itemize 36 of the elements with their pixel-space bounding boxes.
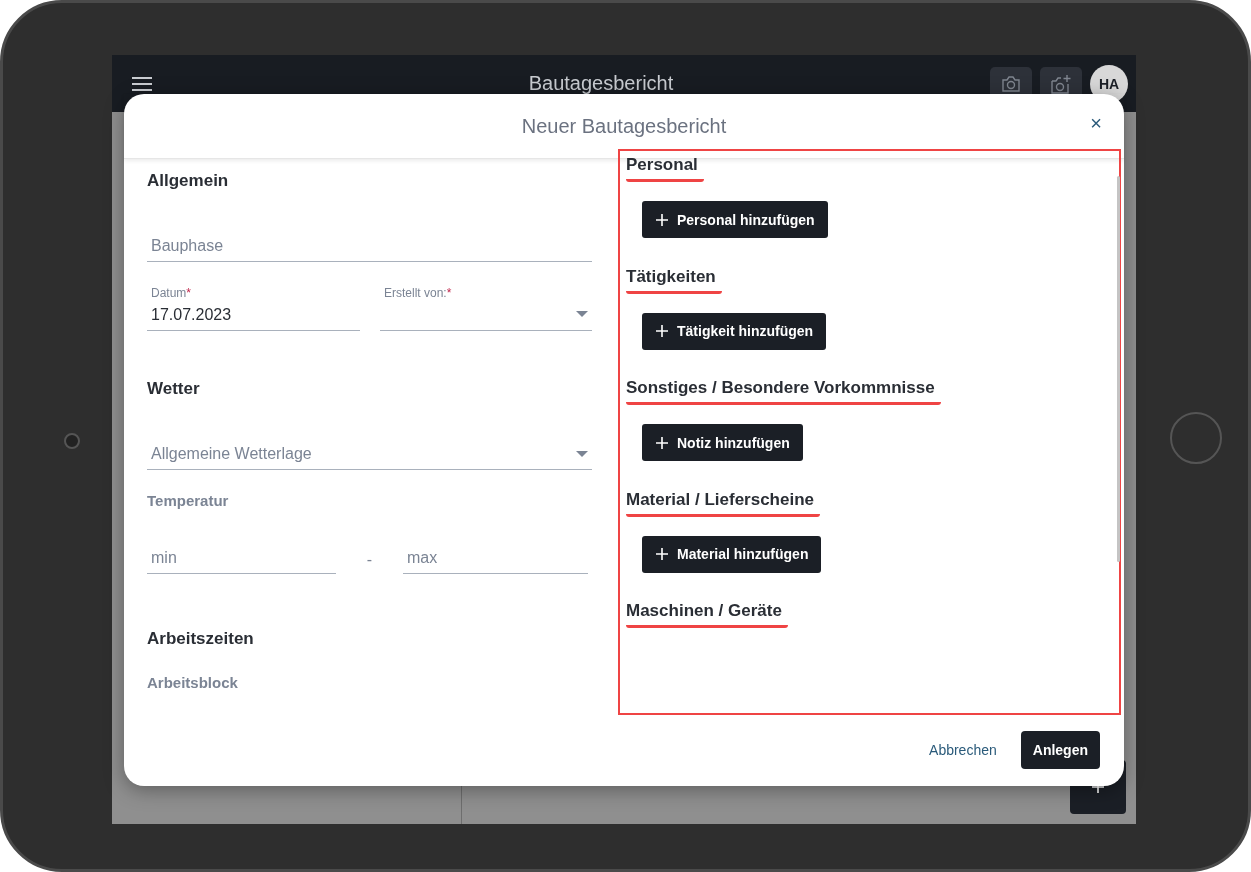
plus-icon [655,324,669,339]
author-dropdown[interactable]: Erstellt von:* [380,286,592,331]
section-heading: Tätigkeiten [626,266,722,294]
add-button[interactable]: Material hinzufügen [642,535,822,573]
plus-icon [655,547,669,562]
range-separator: - [365,550,374,569]
section-heading: Sonstiges / Besondere Vorkommnisse [626,378,941,406]
date-field[interactable]: Datum* 17.07.2023 [147,286,360,331]
input-field[interactable]: Bauphase [147,233,592,262]
caret-icon [576,311,588,317]
add-photo-icon [1050,73,1072,94]
section-heading: Personal [626,155,704,182]
camera-icon [1001,75,1021,92]
dialog-title: Neuer Bautagesbericht [521,114,727,138]
section-heading: Arbeitszeiten [147,629,255,649]
close-button[interactable]: × [1086,110,1106,137]
add-button[interactable]: Tätigkeit hinzufügen [642,312,827,350]
app-title: Bautagesbericht [527,72,675,95]
submit-button[interactable]: Anlegen [1020,731,1100,769]
input-field[interactable]: min [147,545,336,574]
input-field[interactable]: Allgemeine Wetterlage [147,441,592,470]
plus-icon [655,435,669,450]
section-heading: Wetter [147,379,201,399]
input-field[interactable]: max [403,545,588,574]
cancel-link[interactable]: Abbrechen [929,736,997,764]
field-label: Arbeitsblock [147,674,239,691]
camera-dot [64,433,80,449]
section-heading: Allgemein [147,171,230,191]
caret-icon [576,451,588,457]
add-button[interactable]: Personal hinzufügen [642,201,828,238]
add-button[interactable]: Notiz hinzufügen [642,424,803,462]
menu-icon[interactable] [132,76,152,91]
field-label: Temperatur [147,492,230,509]
section-heading: Material / Lieferscheine [626,489,821,517]
plus-icon [655,212,669,227]
section-heading: Maschinen / Geräte [626,601,788,629]
